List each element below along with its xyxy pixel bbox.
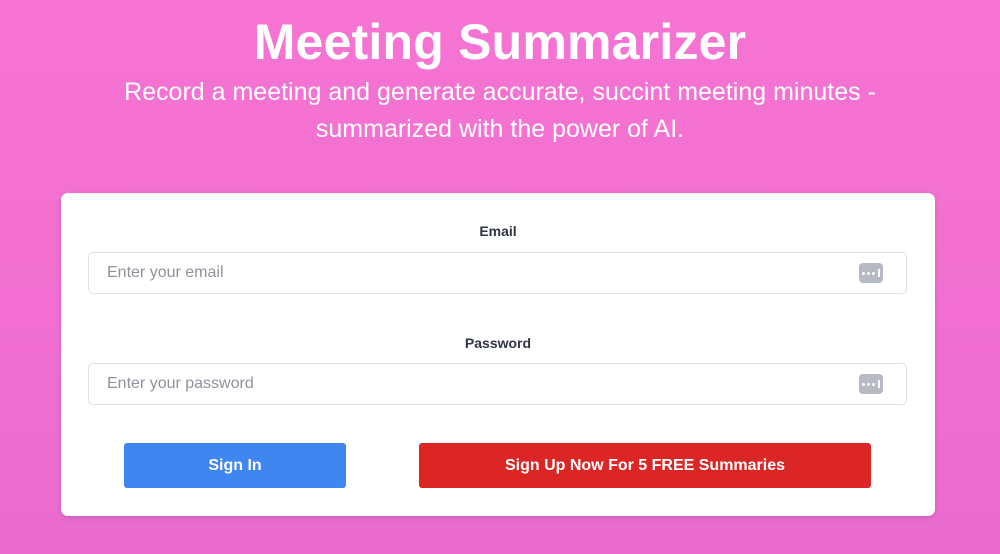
login-card: Email Password Sign In Sign Up Now For 5…	[61, 193, 935, 516]
password-manager-icon[interactable]	[859, 374, 883, 394]
email-field-wrapper	[88, 252, 907, 294]
page-subtitle: Record a meeting and generate accurate, …	[124, 78, 876, 143]
sign-up-button[interactable]: Sign Up Now For 5 FREE Summaries	[419, 443, 871, 488]
email-label: Email	[479, 223, 517, 239]
password-field-wrapper	[88, 363, 907, 405]
password-manager-icon[interactable]	[859, 263, 883, 283]
password-label: Password	[464, 335, 532, 351]
password-input[interactable]	[107, 364, 847, 404]
sign-in-button[interactable]: Sign In	[124, 443, 346, 488]
page-title: Meeting Summarizer	[253, 14, 747, 70]
email-input[interactable]	[107, 253, 847, 293]
